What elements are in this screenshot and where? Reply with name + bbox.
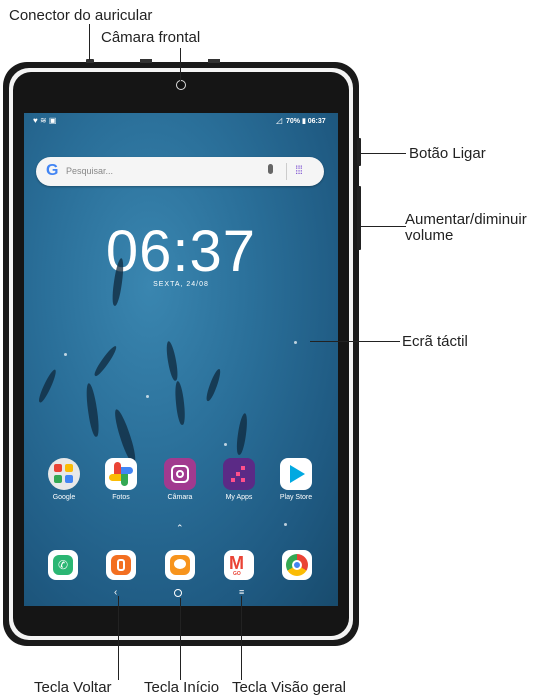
- my-apps-icon: [223, 458, 255, 490]
- camera-icon: [164, 458, 196, 490]
- back-key-icon[interactable]: ‹: [114, 587, 117, 598]
- status-bar: ♥ ≋ ▣ ◿ 70% ▮ 06:37: [24, 113, 338, 129]
- callout-line-headset: [89, 24, 90, 60]
- wallpaper-sparkle: [284, 523, 287, 526]
- signal-icon: ◿: [276, 116, 283, 125]
- callout-line-back: [118, 596, 119, 680]
- notification-icons: ♥ ≋ ▣: [33, 116, 57, 125]
- google-logo-icon: G: [46, 162, 59, 179]
- app-drawer-chevron-icon[interactable]: ⌃: [176, 523, 184, 534]
- wallpaper-dolphin: [204, 367, 223, 403]
- callout-line-power: [361, 153, 406, 154]
- wallpaper-dolphin: [36, 368, 59, 404]
- wallpaper-sparkle: [294, 341, 297, 344]
- play-store-icon: [280, 458, 312, 490]
- wallpaper-dolphin: [235, 412, 249, 456]
- callout-line-home: [180, 598, 181, 680]
- messages-icon[interactable]: [165, 550, 195, 580]
- app-fotos[interactable]: Fotos: [96, 458, 146, 501]
- search-placeholder: Pesquisar...: [66, 166, 114, 176]
- label-home-key: Tecla Início: [144, 679, 220, 696]
- app-label: Google: [52, 494, 76, 501]
- app-label: Play Store: [279, 494, 313, 501]
- callout-line-camera: [180, 48, 181, 81]
- app-my-apps[interactable]: My Apps: [214, 458, 264, 501]
- app-label: My Apps: [225, 494, 253, 501]
- clock-widget[interactable]: 06:37: [24, 218, 338, 285]
- date-label: SEXTA, 24/08: [153, 281, 209, 288]
- app-label: Fotos: [112, 494, 130, 501]
- microphone-icon[interactable]: [268, 164, 273, 174]
- power-button-shape: [357, 138, 361, 166]
- label-volume: Aumentar/diminuir volume: [405, 211, 527, 244]
- label-power-button: Botão Ligar: [409, 145, 486, 162]
- label-touchscreen: Ecrã táctil: [402, 333, 468, 350]
- chrome-icon[interactable]: [282, 550, 312, 580]
- wallpaper-sparkle: [146, 395, 149, 398]
- app-google[interactable]: Google: [39, 458, 89, 501]
- headset-jack: [86, 59, 94, 63]
- label-headset-connector: Conector do auricular: [9, 7, 153, 24]
- status-right: 70% ▮ 06:37: [286, 118, 326, 125]
- phone-icon[interactable]: ✆: [48, 550, 78, 580]
- volume-button-shape: [357, 186, 361, 250]
- google-folder-icon: [48, 458, 80, 490]
- search-bar[interactable]: G Pesquisar... ⁞⁞⁞: [36, 157, 324, 186]
- callout-line-touchscreen: [310, 341, 400, 342]
- top-button: [140, 59, 152, 63]
- wallpaper-sparkle: [224, 443, 227, 446]
- gmail-icon[interactable]: M GO: [224, 550, 254, 580]
- wallpaper-sparkle: [64, 353, 67, 356]
- app-camara[interactable]: Câmara: [155, 458, 205, 501]
- callout-line-overview: [241, 596, 242, 680]
- wallpaper-dolphin: [173, 380, 187, 426]
- label-back-key: Tecla Voltar: [34, 679, 112, 696]
- app-play-store[interactable]: Play Store: [271, 458, 321, 501]
- label-front-camera: Câmara frontal: [101, 29, 201, 46]
- wallpaper-dolphin: [111, 407, 139, 465]
- contacts-icon[interactable]: [106, 550, 136, 580]
- home-key-icon[interactable]: [174, 589, 182, 597]
- divider: [286, 163, 287, 180]
- photos-pinwheel-icon: [105, 458, 137, 490]
- app-label: Câmara: [167, 494, 193, 501]
- touchscreen[interactable]: ♥ ≋ ▣ ◿ 70% ▮ 06:37 G Pesquisar... ⁞⁞⁞ 0…: [24, 113, 338, 606]
- front-camera-lens: [176, 80, 186, 90]
- label-overview-key: Tecla Visão geral: [232, 679, 346, 696]
- wallpaper-dolphin: [164, 340, 180, 382]
- wallpaper-dolphin: [84, 382, 101, 438]
- top-button-2: [208, 59, 220, 63]
- wallpaper-dolphin: [92, 344, 119, 378]
- callout-line-volume: [361, 226, 406, 227]
- apps-grid-icon[interactable]: ⁞⁞⁞: [295, 163, 303, 177]
